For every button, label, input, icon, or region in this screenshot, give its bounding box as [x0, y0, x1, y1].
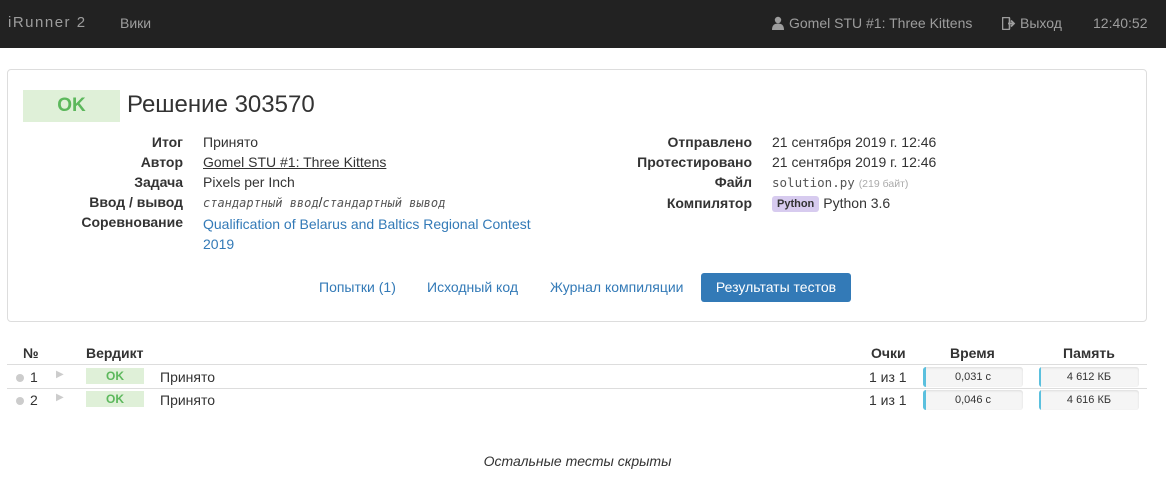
memory-meter: 4 616 КБ — [1039, 390, 1139, 410]
result-value: Принято — [203, 134, 259, 150]
file-label: Файл — [714, 174, 752, 190]
score-value: 1 из 1 — [869, 369, 907, 385]
tab-attempts[interactable]: Попытки (1) — [319, 273, 396, 302]
logout-button[interactable]: Выход — [1002, 15, 1062, 31]
tested-label: Протестировано — [637, 154, 752, 170]
col-num-header: № — [23, 345, 39, 361]
expand-arrow-icon[interactable]: ▶ — [56, 369, 64, 380]
io-input: стандартный ввод — [203, 196, 319, 210]
logout-label: Выход — [1020, 15, 1062, 31]
logout-icon — [1002, 16, 1016, 30]
verdict-badge: OK — [86, 391, 144, 407]
file-value: solution.py (219 байт) — [772, 174, 908, 190]
file-size: (219 байт) — [858, 178, 909, 190]
result-label: Итог — [151, 134, 183, 150]
memory-fill — [1039, 367, 1041, 387]
contest-label: Соревнование — [81, 214, 183, 230]
col-verdict-header: Вердикт — [86, 345, 144, 361]
status-dot-icon — [16, 397, 24, 405]
tab-compilation-log[interactable]: Журнал компиляции — [550, 273, 683, 302]
time-meter: 0,046 с — [923, 390, 1023, 410]
nav-user-label: Gomel STU #1: Three Kittens — [789, 15, 973, 31]
col-memory-header: Память — [1063, 345, 1115, 361]
user-icon — [771, 16, 785, 30]
test-number: 1 — [30, 369, 38, 385]
col-score-header: Очки — [871, 345, 906, 361]
time-meter: 0,031 с — [923, 367, 1023, 387]
python-badge: Python — [772, 196, 820, 212]
hidden-tests-note: Остальные тесты скрыты — [483, 453, 672, 469]
status-dot-icon — [16, 374, 24, 382]
verdict-text: Принято — [160, 369, 216, 385]
nav-user-link[interactable]: Gomel STU #1: Three Kittens — [771, 15, 972, 31]
memory-meter: 4 612 КБ — [1039, 367, 1139, 387]
page-title: Решение 303570 — [127, 91, 315, 118]
verdict-badge: OK — [86, 368, 144, 384]
io-label: Ввод / вывод — [89, 194, 183, 210]
table-header-divider — [7, 364, 1147, 365]
time-fill — [923, 367, 926, 387]
time-fill — [923, 390, 926, 410]
expand-arrow-icon[interactable]: ▶ — [56, 392, 64, 403]
sent-value: 21 сентября 2019 г. 12:46 — [772, 134, 937, 150]
brand-logo[interactable]: iRunner 2 — [8, 14, 87, 31]
author-label: Автор — [140, 154, 183, 170]
compiler-name: Python 3.6 — [823, 195, 891, 211]
io-output: стандартный вывод — [322, 196, 446, 210]
memory-value: 4 616 КБ — [1066, 394, 1112, 406]
solution-panel: OK Решение 303570 Итог Принято Автор Gom… — [7, 69, 1147, 322]
table-row[interactable]: 1 ▶ OK Принято 1 из 1 0,031 с 4 612 КБ — [0, 366, 1166, 388]
compiler-value: Python Python 3.6 — [772, 195, 890, 212]
table-row[interactable]: 2 ▶ OK Принято 1 из 1 0,046 с 4 616 КБ — [0, 389, 1166, 411]
compiler-label: Компилятор — [666, 195, 752, 211]
io-value: стандартный ввод/стандартный вывод — [203, 194, 445, 210]
memory-value: 4 612 КБ — [1066, 371, 1112, 383]
top-navbar: iRunner 2 Вики Gomel STU #1: Three Kitte… — [0, 0, 1166, 48]
score-value: 1 из 1 — [869, 392, 907, 408]
problem-value: Pixels per Inch — [203, 174, 295, 190]
verdict-badge: OK — [23, 90, 120, 122]
tab-test-results[interactable]: Результаты тестов — [701, 273, 851, 302]
file-name: solution.py — [772, 175, 855, 190]
clock: 12:40:52 — [1093, 15, 1148, 31]
time-value: 0,046 с — [954, 394, 992, 406]
test-number: 2 — [30, 392, 38, 408]
contest-link[interactable]: Qualification of Belarus and Baltics Reg… — [203, 214, 548, 254]
col-time-header: Время — [950, 345, 995, 361]
memory-fill — [1039, 390, 1041, 410]
author-link[interactable]: Gomel STU #1: Three Kittens — [203, 154, 386, 170]
nav-wiki-link[interactable]: Вики — [120, 15, 151, 31]
tested-value: 21 сентября 2019 г. 12:46 — [772, 154, 937, 170]
problem-label: Задача — [134, 174, 183, 190]
verdict-text: Принято — [160, 392, 216, 408]
sent-label: Отправлено — [667, 134, 752, 150]
tab-source-code[interactable]: Исходный код — [427, 273, 518, 302]
time-value: 0,031 с — [954, 371, 992, 383]
